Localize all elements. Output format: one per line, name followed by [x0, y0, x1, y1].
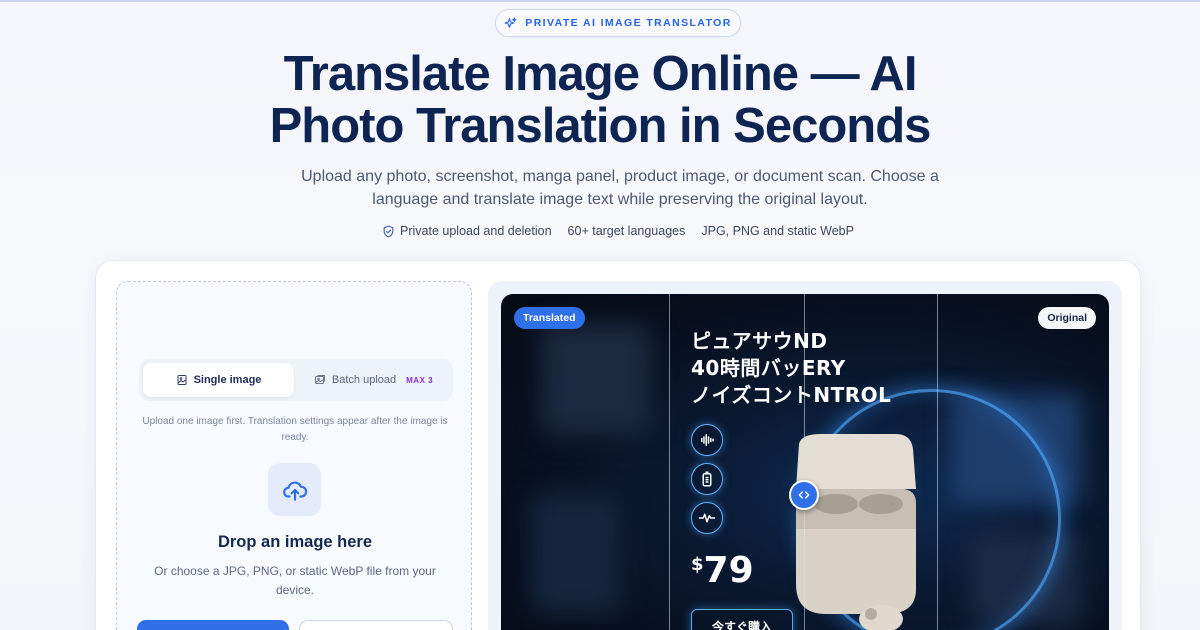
original-tag: Original [1038, 307, 1096, 329]
tab-batch-upload[interactable]: Batch upload MAX 3 [298, 363, 449, 397]
feature-private: Private upload and deletion [382, 224, 552, 238]
blur-shape [531, 494, 621, 614]
feature-label: Private upload and deletion [400, 224, 552, 238]
ad-headline: ピュアサウND 40時間バッERY ノイズコントNTROL [691, 328, 891, 409]
ad-headline-line: ピュアサウND [691, 329, 828, 353]
page-title-line-1: Translate Image Online — AI [283, 47, 918, 101]
batch-limit-badge: MAX 3 [406, 375, 434, 385]
drop-subtitle: Or choose a JPG, PNG, or static WebP fil… [154, 564, 436, 597]
comparison-slider-handle[interactable] [789, 480, 819, 510]
price-amount: 79 [703, 550, 754, 591]
tab-single-image[interactable]: Single image [143, 363, 294, 397]
feature-formats: JPG, PNG and static WebP [701, 224, 854, 238]
battery-icon [691, 463, 723, 495]
choose-file-button[interactable] [137, 620, 289, 630]
ad-headline-line: ノイズコントNTROL [691, 383, 892, 407]
code-arrows-icon [798, 491, 810, 499]
feature-label: JPG, PNG and static WebP [701, 224, 854, 238]
translator-card: Single image Batch upload MAX 3 Upload o… [95, 260, 1141, 630]
cloud-upload-icon [282, 481, 307, 501]
grid-line [937, 294, 938, 630]
price-currency: $ [691, 554, 704, 575]
upload-hint: Upload one image first. Translation sett… [142, 416, 448, 443]
secondary-action-button[interactable] [299, 620, 453, 630]
badge-label: PRIVATE AI IMAGE TRANSLATOR [525, 17, 732, 29]
comparison-preview-panel: Translated Original ピュアサウND 40時間バッERY ノイ… [488, 281, 1122, 630]
earbuds-case-illustration [796, 434, 916, 630]
upload-mode-tabs: Single image Batch upload MAX 3 [139, 359, 453, 401]
page-title-line-2: Photo Translation in Seconds [269, 99, 932, 153]
feature-list: Private upload and deletion 60+ target l… [0, 224, 1200, 238]
grid-line [669, 294, 670, 630]
feature-label: 60+ target languages [567, 224, 686, 238]
translated-tag: Translated [514, 307, 585, 329]
page-title: Translate Image Online — AI Photo Transl… [0, 48, 1200, 152]
image-file-icon [177, 375, 187, 385]
images-icon [314, 375, 325, 384]
feature-languages: 60+ target languages [568, 224, 686, 238]
shield-check-icon [383, 225, 394, 237]
drop-title: Drop an image here [217, 533, 373, 551]
ad-price: $79 [691, 550, 754, 591]
comparison-image[interactable]: Translated Original ピュアサウND 40時間バッERY ノイ… [501, 294, 1109, 630]
hero-badge: PRIVATE AI IMAGE TRANSLATOR [495, 9, 741, 37]
top-border [0, 0, 1200, 2]
image-dropzone[interactable]: Single image Batch upload MAX 3 Upload o… [116, 281, 472, 630]
tab-label: Batch upload [331, 374, 397, 386]
sound-wave-icon [691, 424, 723, 456]
ad-headline-line: 40時間バッERY [691, 356, 846, 380]
ad-buy-now-label: 今すぐ購入 [691, 609, 793, 630]
waveform-icon [691, 502, 723, 534]
blur-shape [541, 324, 651, 434]
upload-icon-tile [268, 463, 321, 516]
tab-label: Single image [193, 374, 262, 386]
hero-subtitle: Upload any photo, screenshot, manga pane… [301, 168, 939, 208]
sparkles-icon [504, 17, 517, 28]
